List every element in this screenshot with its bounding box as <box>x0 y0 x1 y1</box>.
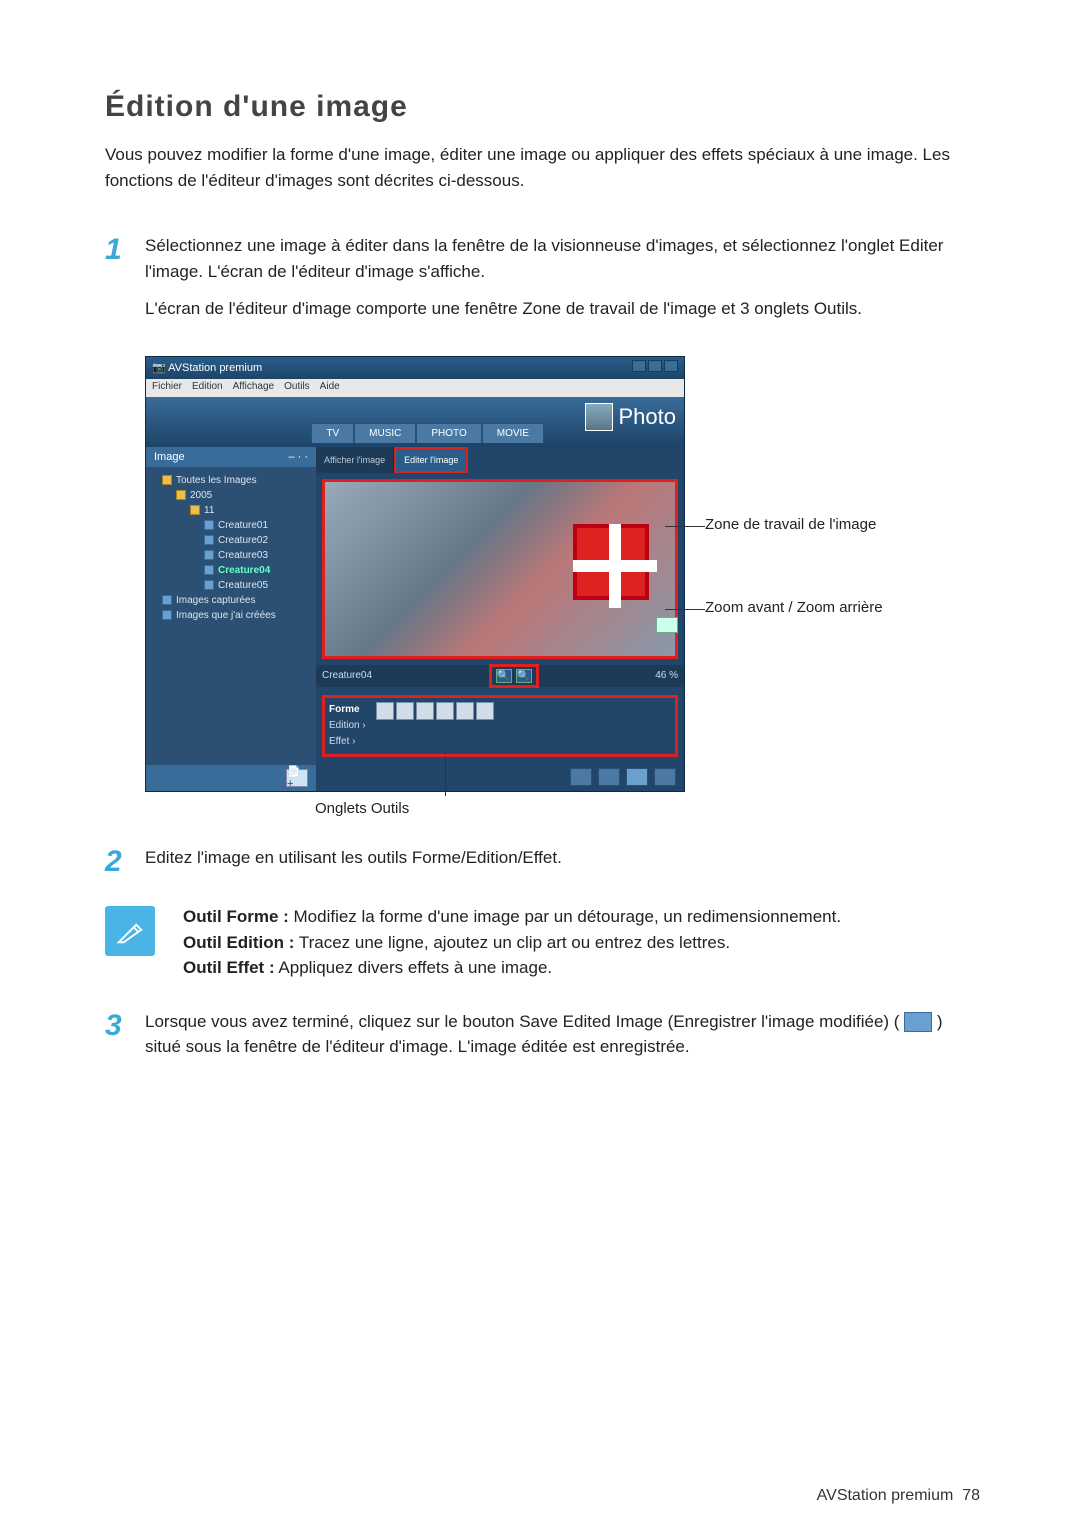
note-effet-label: Outil Effet : <box>183 958 275 977</box>
step-1-number: 1 <box>105 233 145 334</box>
menu-fichier[interactable]: Fichier <box>152 381 182 395</box>
side-head-label: Image <box>154 451 185 463</box>
tool-edition-tab[interactable]: Edition › <box>329 718 366 734</box>
callout-work-area: Zone de travail de l'image <box>705 516 883 533</box>
tool-forme-tab[interactable]: Forme <box>329 702 366 718</box>
tab-music[interactable]: MUSIC <box>354 423 416 443</box>
step-3-text: Lorsque vous avez terminé, cliquez sur l… <box>145 1009 980 1060</box>
zoom-in-icon[interactable]: 🔍 <box>496 669 512 683</box>
note-box: Outil Forme : Modifiez la forme d'une im… <box>105 904 980 981</box>
app-titlebar-title: 📷 AVStation premium <box>152 361 262 374</box>
tool-effet-tab[interactable]: Effet › <box>329 734 366 750</box>
step-1-text-a: Sélectionnez une image à éditer dans la … <box>145 233 980 284</box>
intro-text: Vous pouvez modifier la forme d'une imag… <box>105 142 980 193</box>
image-work-area[interactable] <box>322 479 678 659</box>
menu-aide[interactable]: Aide <box>320 381 340 395</box>
step-2: 2 Editez l'image en utilisant les outils… <box>105 845 980 883</box>
save-edited-image-inline-icon <box>904 1012 932 1032</box>
image-tree[interactable]: Toutes les Images 2005 11 Creature01 Cre… <box>146 467 316 765</box>
menu-edition[interactable]: Edition <box>192 381 223 395</box>
note-effet-text: Appliquez divers effets à une image. <box>275 958 553 977</box>
current-filename: Creature04 <box>322 670 372 681</box>
side-head-controls[interactable]: – · · <box>288 451 308 463</box>
zoom-percent: 46 % <box>655 670 678 681</box>
tool-tabs[interactable]: Forme Edition › Effet › <box>322 695 678 757</box>
save-edited-image-icon[interactable] <box>626 768 648 786</box>
add-image-button[interactable]: 📄+ <box>286 769 308 787</box>
subtab-edit[interactable]: Editer l'image <box>394 447 468 473</box>
subtab-view[interactable]: Afficher l'image <box>316 447 394 473</box>
callout-zoom: Zoom avant / Zoom arrière <box>705 599 883 616</box>
gift-graphic <box>573 524 649 600</box>
step-3-number: 3 <box>105 1009 145 1072</box>
note-forme-label: Outil Forme : <box>183 907 289 926</box>
tab-movie[interactable]: MOVIE <box>482 423 544 443</box>
note-forme-text: Modifiez la forme d'une image par un dét… <box>289 907 841 926</box>
tool-buttons[interactable] <box>376 702 496 723</box>
zoom-controls[interactable]: 🔍 🔍 <box>489 664 539 688</box>
apply-icon[interactable] <box>656 617 678 633</box>
callout-tool-tabs: Onglets Outils <box>315 800 980 817</box>
action-icon-1[interactable] <box>570 768 592 786</box>
page-title: Édition d'une image <box>105 90 980 124</box>
zoom-out-icon[interactable]: 🔍 <box>516 669 532 683</box>
app-screenshot: 📷 AVStation premium Fichier Edition Affi… <box>145 356 685 792</box>
tab-tv[interactable]: TV <box>311 423 354 443</box>
step-2-number: 2 <box>105 845 145 883</box>
menu-affichage[interactable]: Affichage <box>233 381 275 395</box>
page-footer: AVStation premium 78 <box>817 1487 980 1505</box>
action-icon-4[interactable] <box>654 768 676 786</box>
menu-outils[interactable]: Outils <box>284 381 310 395</box>
window-buttons[interactable] <box>630 360 678 375</box>
step-3: 3 Lorsque vous avez terminé, cliquez sur… <box>105 1009 980 1072</box>
step-2-text: Editez l'image en utilisant les outils F… <box>145 845 980 871</box>
mode-label: Photo <box>585 403 677 431</box>
step-1-text-b: L'écran de l'éditeur d'image comporte un… <box>145 296 980 322</box>
action-icon-2[interactable] <box>598 768 620 786</box>
step-1: 1 Sélectionnez une image à éditer dans l… <box>105 233 980 334</box>
note-edition-text: Tracez une ligne, ajoutez un clip art ou… <box>294 933 730 952</box>
note-icon <box>105 906 155 956</box>
app-menubar[interactable]: Fichier Edition Affichage Outils Aide <box>146 379 684 397</box>
photo-icon <box>585 403 613 431</box>
note-edition-label: Outil Edition : <box>183 933 294 952</box>
tab-photo[interactable]: PHOTO <box>416 423 481 443</box>
